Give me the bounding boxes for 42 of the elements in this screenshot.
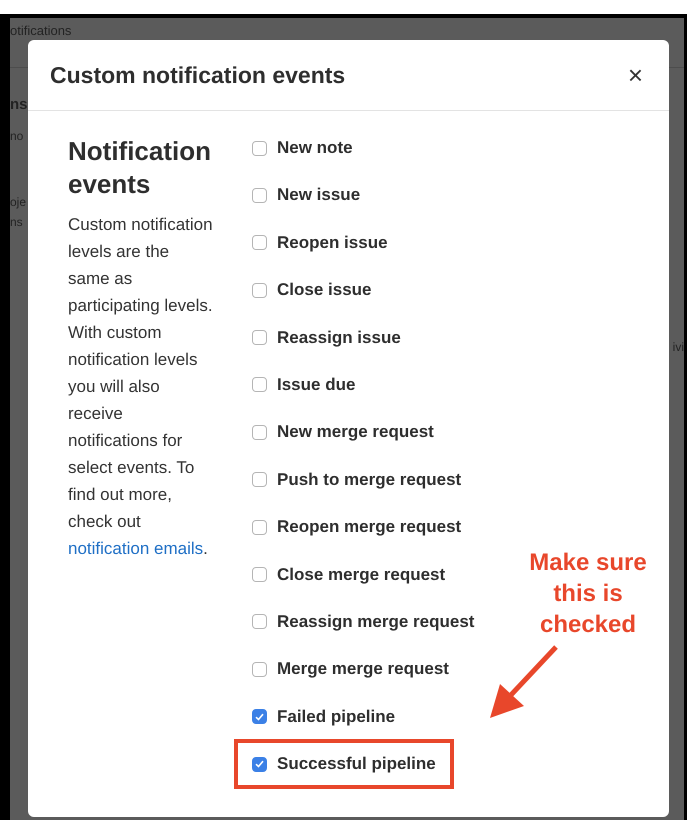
checkbox-label: Reopen merge request: [277, 517, 462, 538]
checkbox[interactable]: [252, 140, 267, 156]
checkbox-label: New note: [277, 138, 353, 158]
page-text: ns: [10, 96, 28, 113]
checkbox-label: Close issue: [277, 280, 372, 300]
checkbox-label: Successful pipeline: [277, 754, 436, 774]
description: Custom notification levels are the same as participating levels. With custom notification levels you will also receive notifications for select events. To find out more, check out notification emails.: [68, 214, 214, 560]
checkbox[interactable]: [252, 614, 267, 630]
page-text: no: [10, 129, 24, 143]
checkbox[interactable]: [252, 709, 267, 724]
checkbox-label: Reopen issue: [277, 232, 388, 253]
modal-title: Custom notification events: [50, 62, 346, 88]
page-text: oje: [10, 195, 26, 209]
checkbox[interactable]: [252, 472, 267, 488]
checkbox[interactable]: [252, 424, 267, 440]
link[interactable]: notification emails: [68, 539, 204, 558]
checkbox-label: Close merge request: [277, 564, 446, 585]
checkbox-label: Reassign merge request: [277, 612, 474, 632]
page-text: ns: [10, 215, 23, 229]
checkbox-label: Issue due: [277, 374, 356, 395]
checkbox[interactable]: [252, 756, 267, 772]
check-icon: [255, 712, 264, 721]
checkbox[interactable]: [252, 662, 267, 677]
checkbox[interactable]: [252, 282, 267, 298]
annotation-text: Make sure this is checked: [528, 548, 648, 640]
checkbox-label: New issue: [277, 185, 360, 206]
checkbox[interactable]: [252, 567, 267, 582]
checkbox-label: Push to merge request: [277, 470, 462, 490]
checkbox[interactable]: [252, 235, 267, 250]
page-text: ivi: [672, 340, 684, 354]
close-button[interactable]: ×: [624, 60, 647, 90]
checkbox[interactable]: [252, 520, 267, 535]
checkbox[interactable]: [252, 188, 267, 203]
section-heading: Notification events: [68, 135, 212, 201]
checkbox-label: Reassign issue: [277, 328, 401, 348]
checkbox[interactable]: [252, 330, 267, 346]
checkbox[interactable]: [252, 377, 267, 392]
check-icon: [255, 760, 264, 768]
page-heading: otifications: [10, 23, 72, 38]
checkbox-label: Merge merge request: [277, 659, 449, 680]
checkbox-label: New merge request: [277, 422, 434, 442]
checkbox-label: Failed pipeline: [277, 706, 396, 727]
